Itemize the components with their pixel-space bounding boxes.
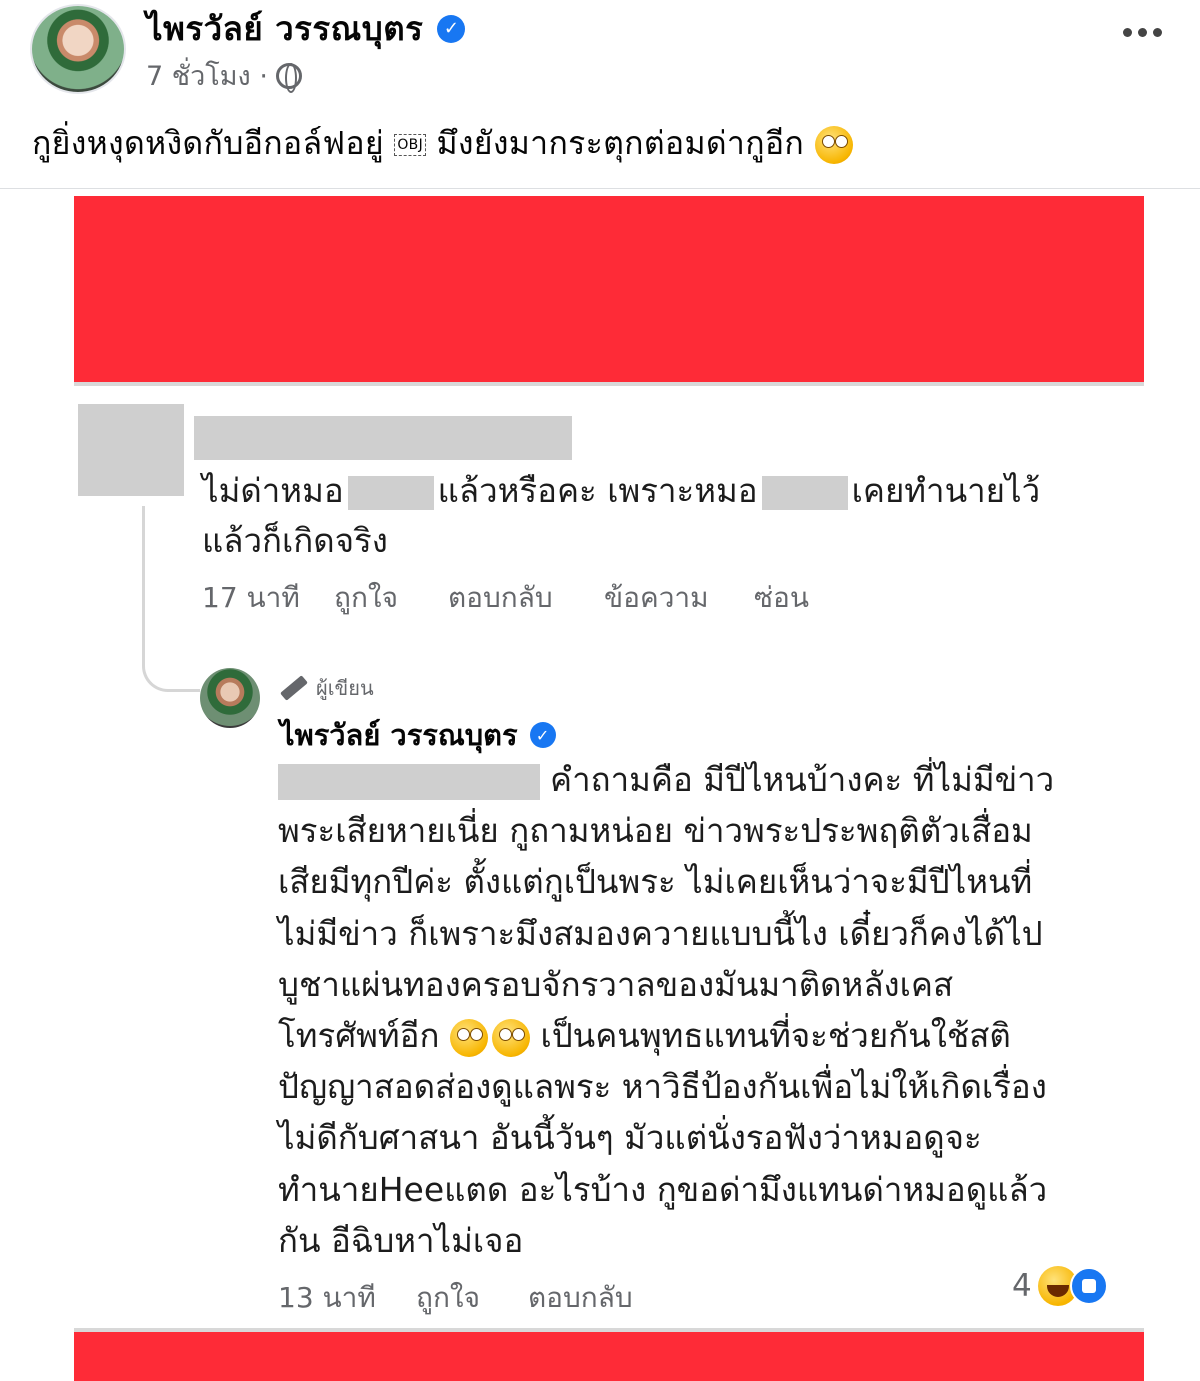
reaction-count: 4 <box>1012 1268 1032 1304</box>
post-text-part2: มึงยังมากระตุกต่อมด่ากูอีก <box>426 124 815 162</box>
redaction-banner-top <box>74 196 1144 382</box>
dot-icon <box>1123 28 1132 37</box>
author-avatar[interactable] <box>30 4 126 94</box>
reply-line: ปัญญาสอดส่องดูแลพระ หาวิธีป้องกันเพื่อไม… <box>278 1067 1047 1107</box>
reply-timestamp[interactable]: 13 นาที <box>278 1276 416 1320</box>
comment-text-part1: ไม่ด่าหมอ <box>202 471 344 510</box>
post-meta: 7 ชั่วโมง · <box>146 54 302 97</box>
message-button[interactable]: ข้อความ <box>604 576 754 620</box>
reply-line: ทำนายHeeแตด อะไรบ้าง กูขอด่ามึงแทนด่าหมอ… <box>278 1169 1048 1209</box>
post-text-part1: กูยิ่งหงุดหงิดกับอีกอล์ฟอยู่ <box>32 124 395 162</box>
like-reaction-icon <box>1069 1267 1108 1305</box>
reply-thread-line <box>142 506 200 692</box>
reaction-summary[interactable]: 4 <box>1012 1266 1108 1306</box>
eye-roll-emoji-icon <box>491 1018 530 1057</box>
reply-author-avatar[interactable] <box>200 668 260 728</box>
comment-timestamp[interactable]: 17 นาที <box>202 576 334 620</box>
post-author-name[interactable]: ไพรวัลย์ วรรณบุตร <box>146 2 423 55</box>
reply-line: บูชาแผ่นทองครอบจักรวาลของมันมาติดหลังเคส <box>278 964 954 1004</box>
reply-button[interactable]: ตอบกลับ <box>448 576 604 620</box>
reply-button[interactable]: ตอบกลับ <box>528 1276 633 1320</box>
reply-author-row: ไพรวัลย์ วรรณบุตร ✓ <box>280 712 556 758</box>
author-tag: ผู้เขียน <box>280 672 374 704</box>
screenshot-edge <box>74 382 1144 386</box>
post-body: กูยิ่งหงุดหงิดกับอีกอล์ฟอยู่ OBJ มึงยังม… <box>32 118 853 169</box>
verified-badge-icon: ✓ <box>437 14 466 43</box>
reply-line: พระเสียหายเนี่ย กูถามหน่อย ข่าวพระประพฤต… <box>278 811 1033 851</box>
comment-text-line2: แล้วก็เกิดจริง <box>202 521 388 560</box>
reply-author-name[interactable]: ไพรวัลย์ วรรณบุตร <box>280 712 518 758</box>
dot-icon <box>1153 28 1162 37</box>
blurred-mention <box>278 763 540 800</box>
pencil-icon <box>280 675 308 701</box>
like-button[interactable]: ถูกใจ <box>334 576 448 620</box>
post-timestamp[interactable]: 7 ชั่วโมง · <box>146 54 268 97</box>
post-author-row: ไพรวัลย์ วรรณบุตร ✓ <box>146 2 466 55</box>
reply-text: คำถามคือ มีปีไหนบ้างคะ ที่ไม่มีข่าว พระเ… <box>278 754 1128 1266</box>
eye-roll-emoji-icon <box>449 1018 488 1057</box>
hide-button[interactable]: ซ่อน <box>754 576 809 620</box>
blurred-name <box>761 475 848 510</box>
redaction-banner-bottom <box>74 1332 1144 1381</box>
blurred-name <box>347 475 434 510</box>
reply-line: คำถามคือ มีปีไหนบ้างคะ ที่ไม่มีข่าว <box>278 754 1128 805</box>
reply-line: ไม่มีข่าว ก็เพราะมึงสมองควายแบบนี้ไง เดี… <box>278 913 1043 953</box>
author-tag-label: ผู้เขียน <box>316 676 374 700</box>
comment-actions: 17 นาที ถูกใจ ตอบกลับ ข้อความ ซ่อน <box>202 576 809 620</box>
reply-line: โทรศัพท์อีก เป็นคนพุทธแทนที่จะช่วยกันใช้… <box>278 1016 1011 1057</box>
verified-badge-icon: ✓ <box>529 722 556 748</box>
globe-icon <box>275 62 302 93</box>
obj-placeholder: OBJ <box>394 134 427 156</box>
blurred-commenter-name <box>194 416 572 460</box>
more-options-button[interactable] <box>1123 28 1162 37</box>
comment-text: ไม่ด่าหมอ แล้วหรือคะ เพราะหมอ เคยทำนายไว้ … <box>202 466 1082 566</box>
like-button[interactable]: ถูกใจ <box>416 1276 528 1320</box>
reply-actions: 13 นาที ถูกใจ ตอบกลับ <box>278 1276 633 1320</box>
blurred-avatar <box>78 404 184 496</box>
dot-icon <box>1138 28 1147 37</box>
reply-line: เสียมีทุกปีค่ะ ตั้งแต่กูเป็นพระ ไม่เคยเห… <box>278 862 1033 902</box>
eye-roll-emoji-icon <box>814 126 853 164</box>
post-divider <box>0 188 1200 189</box>
comment-text-part2: แล้วหรือคะ เพราะหมอ <box>437 471 758 510</box>
reply-line: กัน อีฉิบหาไม่เจอ <box>278 1220 524 1260</box>
reply-line: ไม่ดีกับศาสนา อันนี้วันๆ มัวแต่นั่งรอฟัง… <box>278 1118 982 1158</box>
comment-text-part3: เคยทำนายไว้ <box>851 471 1041 510</box>
